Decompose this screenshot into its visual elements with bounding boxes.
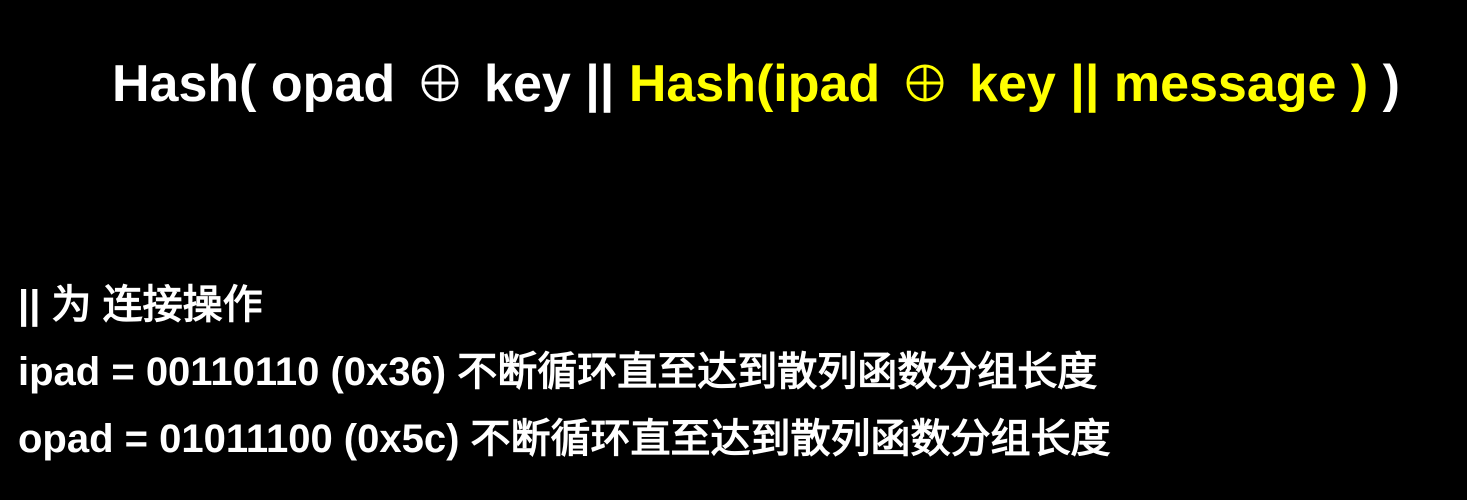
formula-outer-open: Hash( opad	[112, 55, 396, 113]
note-concat-operator: || 为 连接操作	[18, 283, 263, 327]
notes-block: || 为 连接操作 ipad = 00110110 (0x36) 不断循环直至达…	[18, 272, 1111, 473]
formula-outer-key: key ||	[484, 55, 615, 113]
xor-icon	[420, 63, 460, 103]
xor-icon	[905, 63, 945, 103]
formula-inner-open: Hash(ipad	[628, 55, 881, 113]
note-opad: opad = 01011100 (0x5c) 不断循环直至达到散列函数分组长度	[18, 417, 1111, 461]
formula-inner-rest: key || message )	[969, 55, 1369, 113]
note-ipad: ipad = 00110110 (0x36) 不断循环直至达到散列函数分组长度	[18, 350, 1098, 394]
hmac-formula: Hash( opad key || Hash(ipad key || messa…	[112, 52, 1400, 116]
formula-outer-close: )	[1382, 55, 1400, 113]
